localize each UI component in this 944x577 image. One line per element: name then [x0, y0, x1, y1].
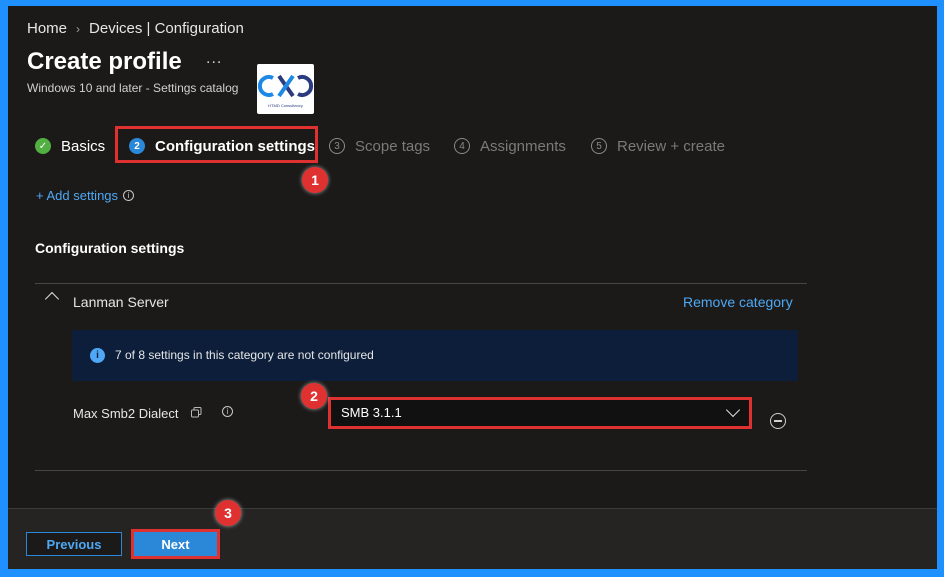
step-scope-tags[interactable]: 3 Scope tags	[329, 132, 430, 160]
portal-frame: Home › Devices | Configuration Create pr…	[8, 6, 937, 569]
logo-mark-icon	[257, 74, 314, 98]
section-title: Configuration settings	[35, 240, 185, 256]
chevron-up-icon[interactable]	[44, 291, 60, 307]
step-label: Review + create	[617, 137, 725, 155]
annotation-marker-2: 2	[301, 383, 327, 409]
footer-bar: Previous Next	[8, 508, 937, 569]
remove-setting-icon[interactable]	[770, 413, 786, 429]
highlight-box-step	[115, 126, 318, 163]
divider	[35, 283, 807, 284]
step-label: Scope tags	[355, 137, 431, 155]
setting-label: Max Smb2 Dialect	[73, 406, 179, 421]
previous-button[interactable]: Previous	[26, 532, 122, 556]
htmd-logo: HTMD Consultancy	[257, 64, 314, 114]
breadcrumb-home[interactable]: Home	[27, 20, 67, 37]
annotation-marker-3: 3	[215, 500, 241, 526]
setting-info-icon[interactable]: i	[222, 406, 233, 417]
page-subtitle: Windows 10 and later - Settings catalog	[27, 81, 239, 95]
highlight-box-next	[131, 529, 220, 559]
chevron-right-icon: ›	[76, 21, 81, 36]
divider	[35, 470, 807, 471]
copy-icon[interactable]	[191, 407, 202, 418]
logo-caption: HTMD Consultancy	[268, 103, 303, 108]
info-icon: i	[90, 348, 105, 363]
remove-category-link[interactable]: Remove category	[683, 294, 793, 310]
page-title: Create profile	[27, 48, 182, 75]
step-label: Basics	[61, 137, 106, 155]
step-assignments[interactable]: 4 Assignments	[454, 132, 566, 160]
checkmark-icon: ✓	[35, 138, 51, 154]
add-settings-label: + Add settings	[36, 188, 119, 203]
step-number: 4	[454, 138, 470, 154]
info-message-text: 7 of 8 settings in this category are not…	[115, 348, 374, 362]
step-basics[interactable]: ✓ Basics	[35, 132, 105, 160]
highlight-box-dropdown	[328, 397, 752, 429]
step-review-create[interactable]: 5 Review + create	[591, 132, 725, 160]
breadcrumb: Home › Devices | Configuration	[27, 20, 244, 37]
annotation-marker-1: 1	[302, 167, 328, 193]
step-label: Assignments	[480, 137, 566, 155]
breadcrumb-devices-configuration[interactable]: Devices | Configuration	[89, 20, 244, 37]
more-options-icon[interactable]: ...	[206, 50, 222, 68]
category-name[interactable]: Lanman Server	[73, 294, 169, 310]
step-number: 3	[329, 138, 345, 154]
info-message-bar: i 7 of 8 settings in this category are n…	[72, 330, 798, 381]
add-settings-link[interactable]: + Add settings i	[36, 188, 135, 203]
info-icon[interactable]: i	[123, 190, 135, 201]
step-number: 5	[591, 138, 607, 154]
